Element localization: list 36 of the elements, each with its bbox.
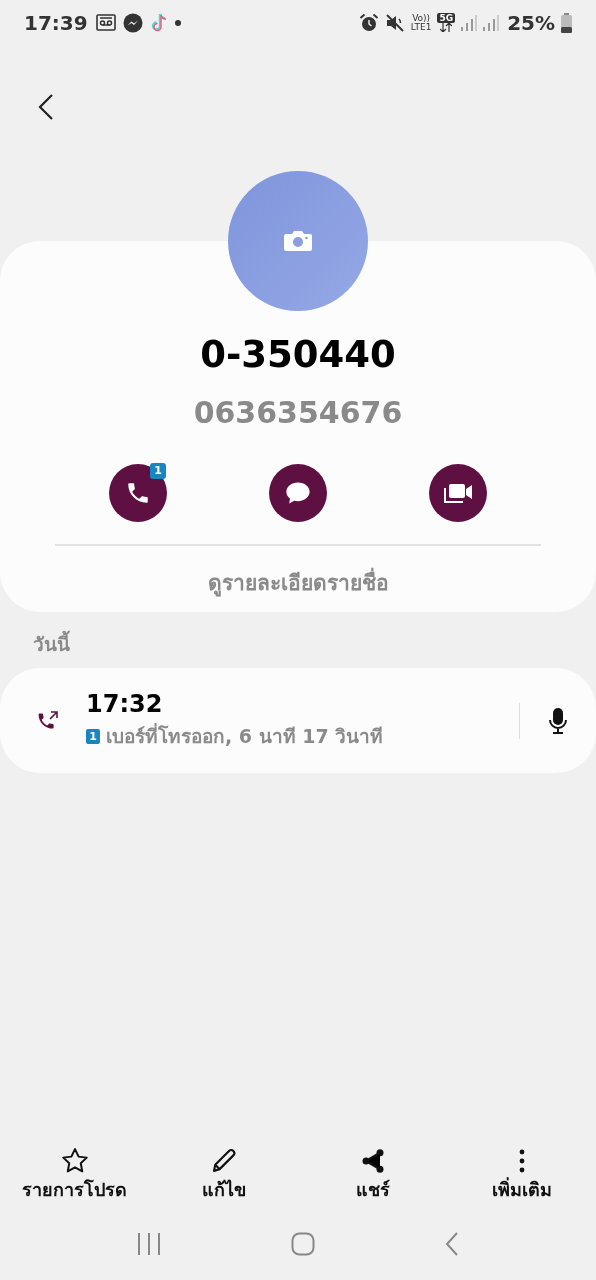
- section-header: วันนี้: [33, 630, 596, 668]
- voicemail-icon: [95, 14, 116, 31]
- sim-badge: 1: [86, 729, 100, 744]
- home-icon[interactable]: [291, 1232, 315, 1256]
- call-button[interactable]: 1: [109, 464, 167, 522]
- lte-label: LTE1: [410, 22, 432, 32]
- messenger-icon: [122, 12, 143, 33]
- volte-label: Vo)): [412, 13, 431, 23]
- sim-badge: 1: [150, 463, 166, 479]
- signal-icon: [461, 13, 478, 32]
- battery-icon: [561, 12, 572, 33]
- recent-apps-icon[interactable]: [137, 1233, 161, 1255]
- phone-icon: [125, 480, 151, 506]
- call-details: เบอร์ที่โทรออก, 6 นาที 17 วินาที: [106, 722, 384, 750]
- toolbar-button[interactable]: แก้ไข: [149, 1144, 298, 1214]
- alarm-icon: [358, 12, 379, 33]
- signal-icon: [483, 13, 500, 32]
- back-icon[interactable]: [445, 1232, 459, 1256]
- network-badge: 5G: [437, 13, 456, 23]
- battery-percent: 25%: [507, 9, 555, 37]
- music-note-icon: [149, 12, 168, 33]
- call-log-item[interactable]: 17:32 1 เบอร์ที่โทรออก, 6 นาที 17 วินาที: [0, 668, 596, 773]
- microphone-icon: [548, 706, 568, 735]
- contact-name: 0-350440: [200, 333, 396, 377]
- dot-icon: [174, 19, 181, 26]
- toolbar-button[interactable]: แชร์: [298, 1144, 447, 1214]
- mute-icon: [384, 12, 405, 33]
- toolbar-button[interactable]: รายการโปรด: [0, 1144, 149, 1214]
- video-call-button[interactable]: [429, 464, 487, 522]
- camera-icon: [283, 229, 313, 253]
- data-arrows-icon: [440, 23, 453, 32]
- phone-number: 0636354676: [193, 395, 403, 431]
- status-time: 17:39: [24, 9, 88, 37]
- toolbar-button[interactable]: เพิ่มเติม: [447, 1144, 596, 1214]
- message-button[interactable]: [269, 464, 327, 522]
- call-time: 17:32: [86, 690, 164, 719]
